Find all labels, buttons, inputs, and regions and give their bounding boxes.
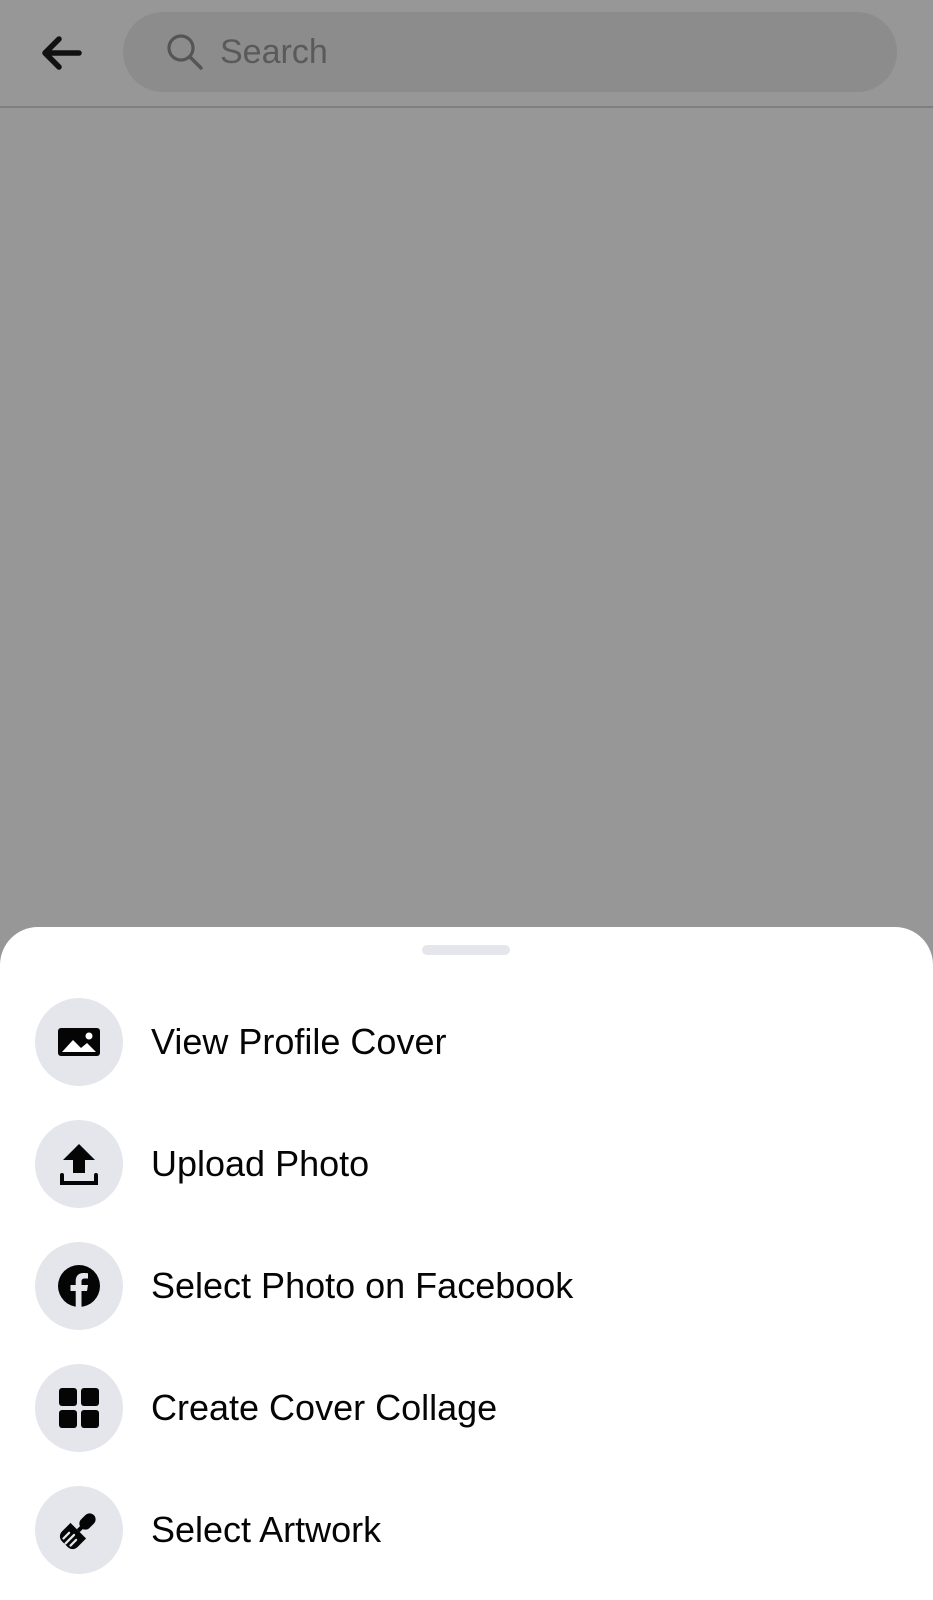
bottom-sheet: View Profile Cover Upload Photo Select P… [0, 927, 933, 1600]
grid-icon [59, 1388, 99, 1428]
menu-item-view-profile-cover[interactable]: View Profile Cover [0, 988, 933, 1098]
icon-circle [35, 1486, 123, 1574]
menu-item-label: Upload Photo [151, 1143, 370, 1184]
search-icon [167, 34, 203, 70]
menu-item-create-cover-collage[interactable]: Create Cover Collage [0, 1354, 933, 1464]
icon-circle [35, 1364, 123, 1452]
icon-circle [35, 998, 123, 1086]
top-app-bar: Search [0, 0, 933, 108]
menu-item-upload-photo[interactable]: Upload Photo [0, 1110, 933, 1220]
icon-circle [35, 1242, 123, 1330]
sheet-drag-handle[interactable] [422, 945, 510, 955]
menu-item-select-photo-on-facebook[interactable]: Select Photo on Facebook [0, 1232, 933, 1342]
menu-item-label: Select Artwork [151, 1509, 382, 1550]
dimmed-background[interactable] [0, 108, 933, 928]
paintbrush-icon [59, 1513, 96, 1550]
search-placeholder: Search [220, 33, 328, 71]
back-button[interactable] [30, 26, 94, 80]
photo-icon [58, 1028, 100, 1056]
menu-item-select-artwork[interactable]: Select Artwork [0, 1476, 933, 1586]
icon-circle [35, 1120, 123, 1208]
upload-icon [60, 1144, 98, 1185]
menu-item-label: View Profile Cover [151, 1021, 447, 1062]
menu-item-label: Create Cover Collage [151, 1387, 498, 1428]
search-input[interactable]: Search [123, 12, 897, 92]
facebook-icon [58, 1265, 100, 1308]
back-arrow-icon [42, 36, 82, 70]
menu-item-label: Select Photo on Facebook [151, 1265, 574, 1306]
